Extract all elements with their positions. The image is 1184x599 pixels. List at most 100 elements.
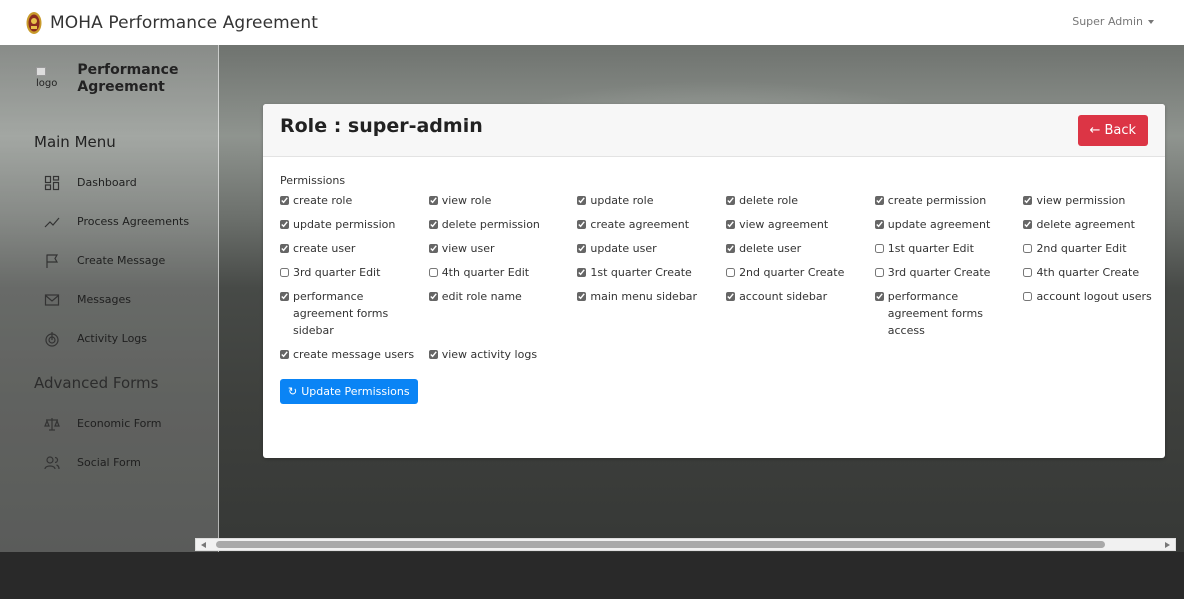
permission-item[interactable]: view agreement	[726, 216, 875, 233]
permission-checkbox[interactable]	[874, 244, 884, 253]
sidebar-title: Performance Agreement	[77, 62, 179, 95]
permission-item[interactable]: performance agreement forms sidebar	[280, 288, 429, 339]
permission-checkbox[interactable]	[726, 196, 736, 205]
permission-checkbox[interactable]	[1023, 244, 1033, 253]
permission-item[interactable]: 2nd quarter Create	[726, 264, 875, 281]
permission-item[interactable]: update role	[577, 192, 726, 209]
permission-checkbox[interactable]	[874, 268, 884, 277]
permission-item[interactable]: main menu sidebar	[577, 288, 726, 339]
permission-checkbox[interactable]	[577, 292, 587, 301]
permission-checkbox[interactable]	[577, 244, 587, 253]
permission-item[interactable]: create user	[280, 240, 429, 257]
permission-checkbox[interactable]	[428, 196, 438, 205]
brand[interactable]: MOHA Performance Agreement	[26, 11, 318, 35]
sidebar-item-economic-form[interactable]: Economic Form	[0, 404, 218, 443]
permission-item[interactable]: view role	[428, 192, 578, 209]
permission-item[interactable]: account logout users	[1023, 288, 1172, 339]
permission-label: view user	[441, 242, 495, 255]
permission-item[interactable]: 4th quarter Create	[1023, 264, 1172, 281]
permission-item[interactable]: create agreement	[577, 216, 726, 233]
card-header: Role : super-admin ← Back	[263, 104, 1165, 157]
permission-checkbox[interactable]	[577, 220, 587, 229]
permission-item[interactable]: create message users	[280, 346, 429, 363]
sidebar-item-create-message[interactable]: Create Message	[0, 241, 218, 280]
permission-item[interactable]: create role	[280, 192, 429, 209]
permission-checkbox[interactable]	[280, 350, 289, 359]
sidebar-item-dashboard[interactable]: Dashboard	[0, 163, 218, 202]
horizontal-scrollbar[interactable]	[195, 538, 1176, 551]
permission-item[interactable]: delete user	[726, 240, 875, 257]
permission-item[interactable]: 4th quarter Edit	[428, 264, 578, 281]
permission-label: create agreement	[590, 218, 690, 231]
permission-checkbox[interactable]	[874, 220, 884, 229]
page-footer-area	[0, 552, 1184, 599]
permission-checkbox[interactable]	[280, 196, 289, 205]
permission-item[interactable]: delete role	[726, 192, 875, 209]
scroll-left-icon[interactable]	[201, 542, 206, 548]
permission-checkbox[interactable]	[280, 268, 289, 277]
permission-label: create user	[293, 242, 356, 255]
permission-item[interactable]: account sidebar	[726, 288, 875, 339]
permission-checkbox[interactable]	[1023, 292, 1033, 301]
permission-item[interactable]: create permission	[874, 192, 1024, 209]
permission-checkbox[interactable]	[1023, 196, 1033, 205]
permission-checkbox[interactable]	[874, 196, 884, 205]
permissions-label: Permissions	[280, 174, 346, 187]
permission-item[interactable]: edit role name	[428, 288, 578, 339]
permission-checkbox[interactable]	[428, 350, 438, 359]
permission-checkbox[interactable]	[280, 220, 289, 229]
permission-item[interactable]: view permission	[1023, 192, 1172, 209]
permission-item[interactable]: 1st quarter Create	[577, 264, 726, 281]
permission-item[interactable]: 3rd quarter Create	[874, 264, 1024, 281]
user-menu-label: Super Admin	[1072, 15, 1143, 28]
permission-checkbox[interactable]	[280, 292, 289, 301]
permission-item[interactable]: 1st quarter Edit	[874, 240, 1024, 257]
permission-label: view permission	[1036, 194, 1126, 207]
permission-item[interactable]: delete permission	[428, 216, 578, 233]
users-icon	[44, 455, 60, 469]
permission-checkbox[interactable]	[280, 244, 289, 253]
permission-checkbox[interactable]	[726, 268, 736, 277]
sidebar-item-label: Economic Form	[77, 417, 162, 430]
permission-item[interactable]: delete agreement	[1023, 216, 1172, 233]
back-button[interactable]: ← Back	[1077, 115, 1148, 146]
permission-checkbox[interactable]	[1023, 268, 1033, 277]
permission-checkbox[interactable]	[726, 244, 736, 253]
sidebar-header: logo Performance Agreement	[0, 45, 218, 96]
sidebar-item-process-agreements[interactable]: Process Agreements	[0, 202, 218, 241]
scrollbar-thumb[interactable]	[216, 541, 1105, 548]
permission-item[interactable]: update user	[577, 240, 726, 257]
permission-checkbox[interactable]	[874, 292, 884, 301]
permission-item[interactable]: view user	[428, 240, 578, 257]
permission-item[interactable]: view activity logs	[428, 346, 578, 363]
permissions-grid: create role view role update role delete ro…	[280, 192, 1152, 363]
sidebar-item-social-form[interactable]: Social Form	[0, 443, 218, 482]
scroll-right-icon[interactable]	[1165, 542, 1170, 548]
activity-icon	[45, 331, 59, 347]
logo-image: logo	[36, 62, 57, 90]
permission-item[interactable]: 2nd quarter Edit	[1023, 240, 1172, 257]
permission-item[interactable]: performance agreement forms access	[874, 288, 1024, 339]
permission-checkbox[interactable]	[428, 268, 438, 277]
permission-item[interactable]: 3rd quarter Edit	[280, 264, 429, 281]
permission-checkbox[interactable]	[577, 268, 587, 277]
sidebar-item-activity-logs[interactable]: Activity Logs	[0, 319, 218, 358]
permission-checkbox[interactable]	[726, 292, 736, 301]
user-menu-dropdown[interactable]: Super Admin	[1072, 15, 1154, 28]
permission-checkbox[interactable]	[726, 220, 736, 229]
permission-checkbox[interactable]	[428, 244, 438, 253]
permission-checkbox[interactable]	[577, 196, 587, 205]
permission-checkbox[interactable]	[428, 220, 438, 229]
dashboard-icon	[44, 175, 60, 190]
permission-item[interactable]: update permission	[280, 216, 429, 233]
permission-checkbox[interactable]	[428, 292, 438, 301]
permission-item[interactable]: update agreement	[874, 216, 1024, 233]
permission-checkbox[interactable]	[1023, 220, 1033, 229]
sidebar-item-messages[interactable]: Messages	[0, 280, 218, 319]
card-body: Permissions create role view role update r…	[263, 157, 1165, 404]
update-permissions-button[interactable]: ↻ Update Permissions	[280, 379, 418, 404]
permission-label: view activity logs	[441, 348, 538, 361]
flag-icon	[46, 253, 59, 268]
permission-label: delete permission	[441, 218, 540, 231]
permission-label: delete role	[739, 194, 799, 207]
